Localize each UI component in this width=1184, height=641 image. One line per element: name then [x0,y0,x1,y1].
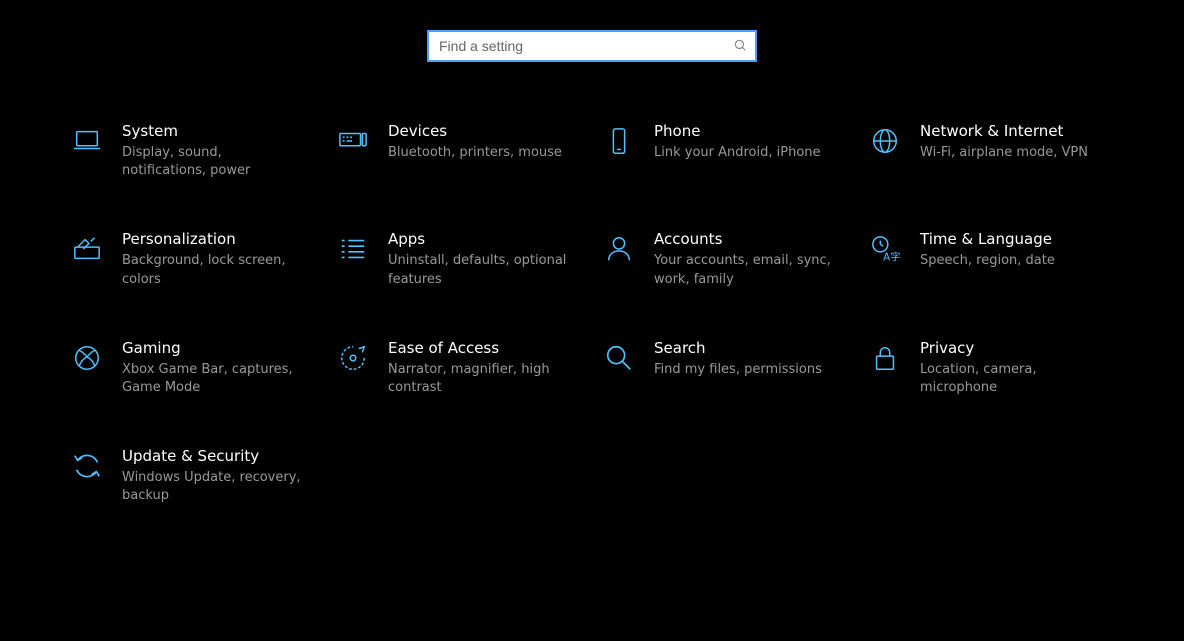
tile-title: Update & Security [122,447,302,465]
svg-text:A字: A字 [883,251,900,264]
tile-title: Personalization [122,230,302,248]
tile-subtitle: Xbox Game Bar, captures, Game Mode [122,361,302,397]
tile-subtitle: Display, sound, notifications, power [122,144,302,180]
tile-devices[interactable]: Devices Bluetooth, printers, mouse [336,122,582,180]
tile-title: Network & Internet [920,122,1088,140]
phone-icon [602,124,636,158]
tile-update-security[interactable]: Update & Security Windows Update, recove… [70,447,316,505]
tile-subtitle: Uninstall, defaults, optional features [388,252,568,288]
paintbrush-icon [70,232,104,266]
tile-title: Privacy [920,339,1100,357]
search-icon [733,37,747,56]
tile-subtitle: Windows Update, recovery, backup [122,469,302,505]
tile-title: Search [654,339,822,357]
accessibility-icon [336,341,370,375]
lock-icon [868,341,902,375]
tile-gaming[interactable]: Gaming Xbox Game Bar, captures, Game Mod… [70,339,316,397]
tile-title: Apps [388,230,568,248]
tile-search[interactable]: Search Find my files, permissions [602,339,848,397]
apps-list-icon [336,232,370,266]
tile-subtitle: Wi-Fi, airplane mode, VPN [920,144,1088,162]
tile-subtitle: Your accounts, email, sync, work, family [654,252,834,288]
tile-network[interactable]: Network & Internet Wi-Fi, airplane mode,… [868,122,1114,180]
magnifier-icon [602,341,636,375]
tile-subtitle: Narrator, magnifier, high contrast [388,361,568,397]
search-container [70,30,1114,62]
search-box[interactable] [427,30,757,62]
tile-title: Time & Language [920,230,1055,248]
settings-grid: System Display, sound, notifications, po… [70,122,1114,506]
xbox-icon [70,341,104,375]
tile-title: Phone [654,122,821,140]
globe-icon [868,124,902,158]
tile-subtitle: Location, camera, microphone [920,361,1100,397]
laptop-icon [70,124,104,158]
tile-system[interactable]: System Display, sound, notifications, po… [70,122,316,180]
tile-personalization[interactable]: Personalization Background, lock screen,… [70,230,316,288]
tile-title: Gaming [122,339,302,357]
search-input[interactable] [439,38,733,54]
tile-subtitle: Speech, region, date [920,252,1055,270]
tile-subtitle: Bluetooth, printers, mouse [388,144,562,162]
tile-apps[interactable]: Apps Uninstall, defaults, optional featu… [336,230,582,288]
tile-phone[interactable]: Phone Link your Android, iPhone [602,122,848,180]
tile-ease-of-access[interactable]: Ease of Access Narrator, magnifier, high… [336,339,582,397]
tile-title: System [122,122,302,140]
tile-privacy[interactable]: Privacy Location, camera, microphone [868,339,1114,397]
tile-subtitle: Link your Android, iPhone [654,144,821,162]
person-icon [602,232,636,266]
tile-subtitle: Find my files, permissions [654,361,822,379]
keyboard-icon [336,124,370,158]
tile-accounts[interactable]: Accounts Your accounts, email, sync, wor… [602,230,848,288]
tile-title: Accounts [654,230,834,248]
sync-icon [70,449,104,483]
tile-title: Devices [388,122,562,140]
tile-subtitle: Background, lock screen, colors [122,252,302,288]
tile-title: Ease of Access [388,339,568,357]
tile-time-language[interactable]: A字 Time & Language Speech, region, date [868,230,1114,288]
time-language-icon: A字 [868,232,902,266]
